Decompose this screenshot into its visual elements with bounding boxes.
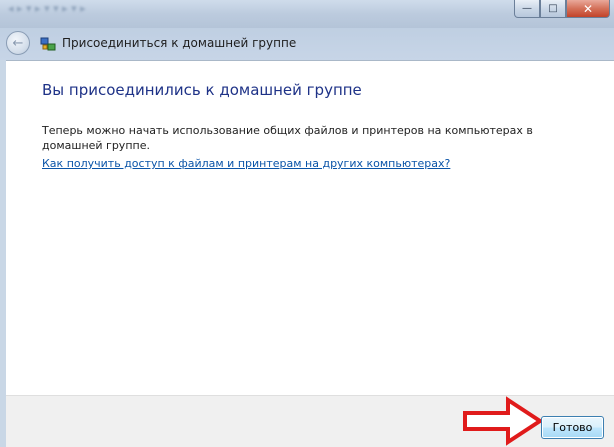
description-text: Теперь можно начать использование общих … (42, 124, 533, 152)
page-heading: Вы присоединились к домашней группе (42, 81, 362, 99)
done-button[interactable]: Готово (541, 416, 604, 439)
minimize-button[interactable]: — (514, 0, 540, 18)
wizard-title: Присоединиться к домашней группе (62, 36, 297, 50)
homegroup-icon (40, 37, 56, 51)
back-arrow-icon: ← (12, 35, 24, 51)
maximize-button[interactable]: □ (540, 0, 566, 18)
background-window-ghost: ◂ ▸ ▾ ▸ ▾ ▾ ▸ ▾ ▸ (8, 2, 86, 15)
wizard-navbar: ← Присоединиться к домашней группе (0, 28, 614, 60)
red-arrow-icon (463, 396, 544, 446)
back-button[interactable]: ← (6, 31, 30, 55)
access-files-link[interactable]: Как получить доступ к файлам и принтерам… (42, 157, 450, 170)
window-titlebar: ◂ ▸ ▾ ▸ ▾ ▾ ▸ ▾ ▸ — □ ✕ (0, 0, 614, 28)
wizard-content: Вы присоединились к домашней группе Тепе… (6, 60, 614, 396)
close-button[interactable]: ✕ (566, 0, 610, 18)
window-controls: — □ ✕ (514, 0, 610, 18)
